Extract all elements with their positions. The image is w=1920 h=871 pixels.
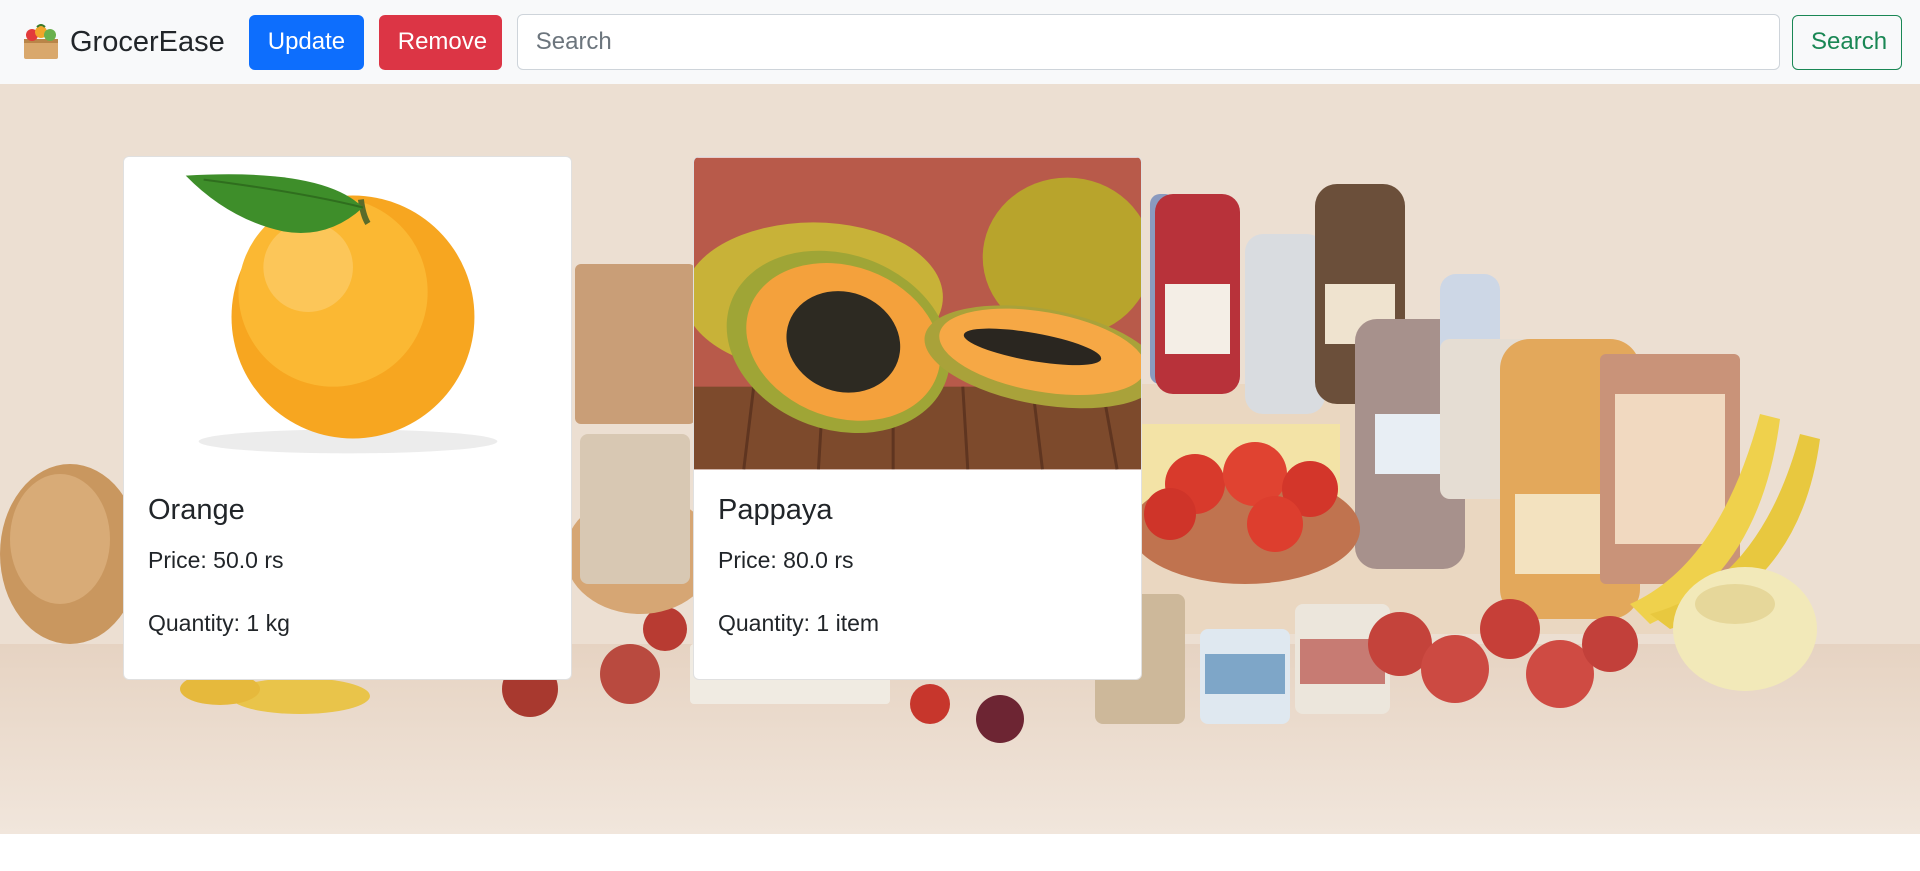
- navbar: GrocerEase Update Remove Search: [0, 0, 1920, 84]
- papaya-image: [694, 157, 1141, 470]
- product-price: Price: 80.0 rs: [718, 547, 854, 573]
- product-name: Orange: [148, 494, 245, 526]
- remove-button[interactable]: Remove: [378, 14, 502, 70]
- brand-link[interactable]: GrocerEase: [20, 23, 225, 61]
- search-input[interactable]: [516, 14, 1780, 70]
- grocery-basket-icon: [24, 24, 58, 59]
- update-button[interactable]: Update: [248, 14, 364, 70]
- hero-section: Orange Price: 50.0 rs Quantity: 1 kg Pap…: [0, 84, 1920, 834]
- brand-name: GrocerEase: [70, 25, 225, 58]
- orange-image: [124, 157, 571, 470]
- product-quantity: Quantity: 1 kg: [148, 610, 290, 636]
- product-name: Pappaya: [718, 494, 833, 526]
- product-price: Price: 50.0 rs: [148, 547, 284, 573]
- product-card[interactable]: Pappaya Price: 80.0 rs Quantity: 1 item: [693, 156, 1142, 680]
- product-card[interactable]: Orange Price: 50.0 rs Quantity: 1 kg: [123, 156, 572, 680]
- product-quantity: Quantity: 1 item: [718, 610, 880, 636]
- search-button[interactable]: Search: [1792, 14, 1902, 70]
